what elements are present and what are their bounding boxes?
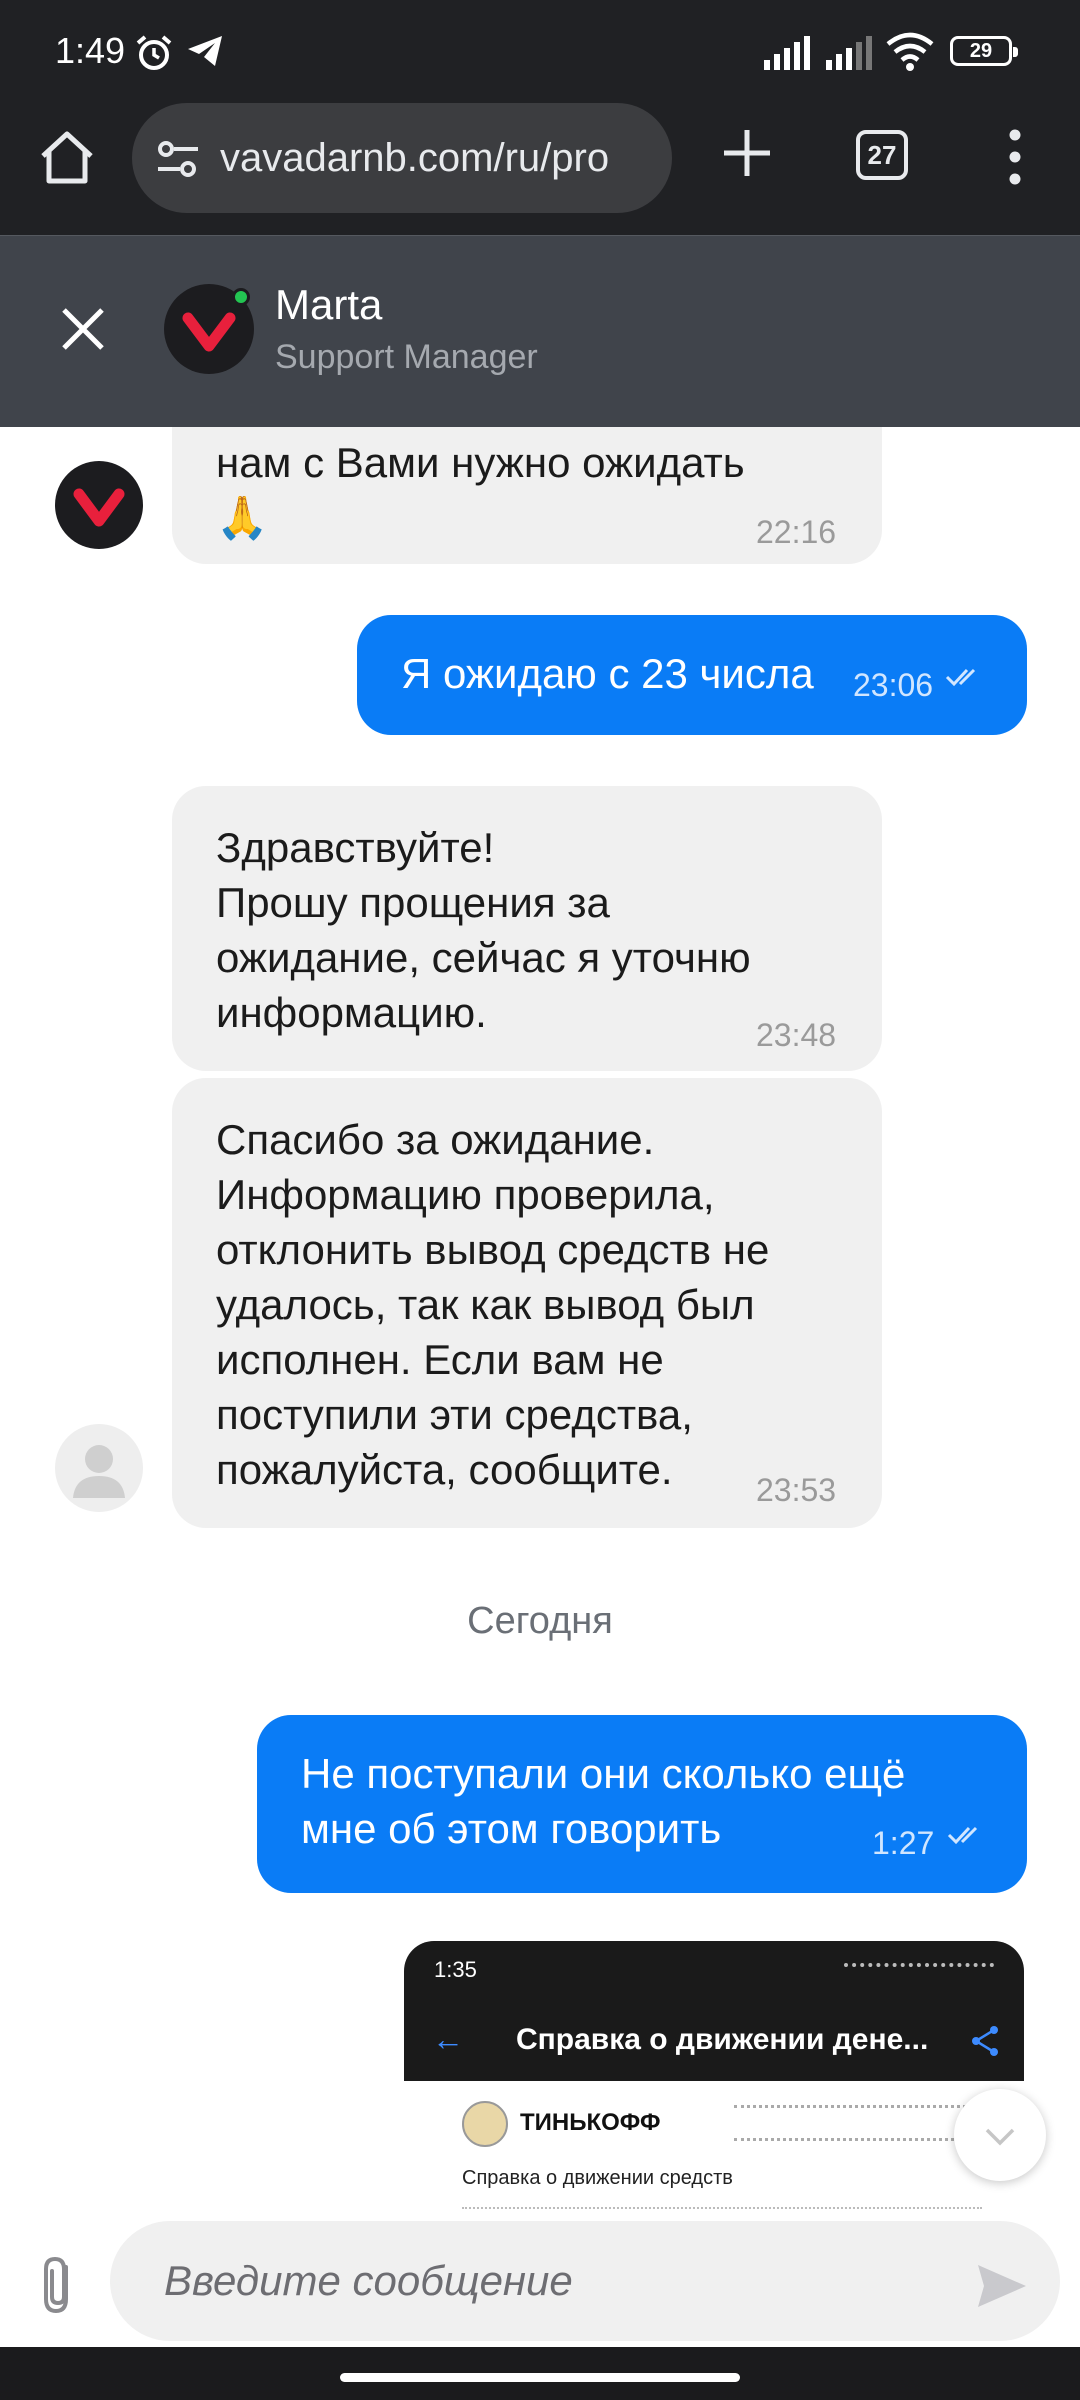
preview-status-icons xyxy=(844,1963,994,1979)
message-bubble-outgoing[interactable]: Я ожидаю с 23 числа 23:06 xyxy=(357,615,1027,735)
browser-toolbar: vavadarnb.com/ru/pro 27 xyxy=(0,100,1080,235)
message-bubble-incoming[interactable]: Спасибо за ожидание. Информацию проверил… xyxy=(172,1078,882,1528)
user-silhouette-icon xyxy=(73,1445,125,1498)
bank-logo xyxy=(462,2101,508,2147)
read-checkmarks-icon xyxy=(945,668,976,687)
new-tab-icon[interactable] xyxy=(718,124,776,182)
agent-avatar-small xyxy=(55,461,143,549)
signal-icon xyxy=(764,36,810,70)
message-time: 1:27 xyxy=(872,1825,935,1861)
preview-back-icon: ← xyxy=(432,2021,464,2057)
home-icon[interactable] xyxy=(36,126,98,188)
message-bubble-outgoing[interactable]: Не поступали они сколько ещё мне об этом… xyxy=(257,1715,1027,1893)
bank-name: ТИНЬКОФФ xyxy=(520,2109,661,2136)
scroll-to-bottom-button[interactable] xyxy=(954,2089,1046,2181)
status-time: 1:49 xyxy=(55,30,126,71)
chat-header: Marta Support Manager xyxy=(0,235,1080,427)
message-time: 23:53 xyxy=(756,1472,837,1508)
document-heading: Справка о движении средств xyxy=(462,2167,733,2189)
preview-status-bar: 1:35 xyxy=(404,1941,1024,2001)
alarm-icon xyxy=(136,35,172,70)
default-avatar xyxy=(55,1424,143,1512)
telegram-icon xyxy=(188,36,222,66)
online-status-dot xyxy=(232,288,250,306)
paperclip-icon[interactable] xyxy=(34,2253,84,2319)
wifi-icon xyxy=(886,32,934,71)
bank-address-lines xyxy=(734,2105,984,2141)
message-text: Здравствуйте! Прошу прощения за ожидание… xyxy=(216,824,751,1036)
agent-name: Marta xyxy=(275,281,383,328)
signal-icon-2 xyxy=(826,36,872,70)
message-text: нам с Вами нужно ожидать 🙏 xyxy=(216,439,745,541)
agent-role: Support Manager xyxy=(275,338,538,376)
read-checkmarks-icon xyxy=(947,1826,978,1845)
site-settings-icon[interactable] xyxy=(156,139,200,179)
preview-app-bar: ← Справка о движении дене... xyxy=(404,2001,1024,2081)
message-text: Я ожидаю с 23 числа xyxy=(401,650,814,697)
message-composer xyxy=(0,2217,1080,2347)
send-icon[interactable] xyxy=(976,2261,1028,2311)
message-list[interactable]: нам с Вами нужно ожидать 🙏 22:16 Я ожида… xyxy=(0,427,1080,2217)
document-line xyxy=(462,2207,982,2215)
home-indicator[interactable] xyxy=(340,2373,740,2382)
battery-indicator: 29 xyxy=(950,36,1018,66)
preview-title: Справка о движении дене... xyxy=(516,2023,929,2056)
message-time: 23:06 xyxy=(853,667,934,703)
message-text: Спасибо за ожидание. Информацию проверил… xyxy=(216,1116,770,1493)
message-input[interactable] xyxy=(110,2221,1060,2341)
message-time: 22:16 xyxy=(756,514,837,550)
status-bar: 1:49 29 xyxy=(0,0,1080,100)
message-bubble-incoming[interactable]: Здравствуйте! Прошу прощения за ожидание… xyxy=(172,786,882,1071)
brand-logo-icon xyxy=(73,488,125,527)
message-time: 23:48 xyxy=(756,1017,837,1053)
address-bar[interactable]: vavadarnb.com/ru/pro xyxy=(132,103,672,213)
image-attachment[interactable]: 1:35 ← Справка о движении дене... ТИНЬКО… xyxy=(404,1941,1024,2217)
message-bubble-incoming[interactable]: нам с Вами нужно ожидать 🙏 22:16 xyxy=(172,427,882,564)
tab-switcher-button[interactable]: 27 xyxy=(856,130,908,180)
chevron-down-icon xyxy=(985,2128,1015,2146)
system-navigation-bar xyxy=(0,2347,1080,2400)
message-text: Не поступали они сколько ещё мне об этом… xyxy=(301,1750,906,1852)
date-separator: Сегодня xyxy=(467,1600,613,1642)
preview-time: 1:35 xyxy=(434,1957,477,1982)
url-text: vavadarnb.com/ru/pro xyxy=(220,136,610,180)
close-icon[interactable] xyxy=(52,298,114,360)
preview-share-icon xyxy=(972,2026,998,2056)
more-menu-icon[interactable] xyxy=(1000,128,1030,186)
